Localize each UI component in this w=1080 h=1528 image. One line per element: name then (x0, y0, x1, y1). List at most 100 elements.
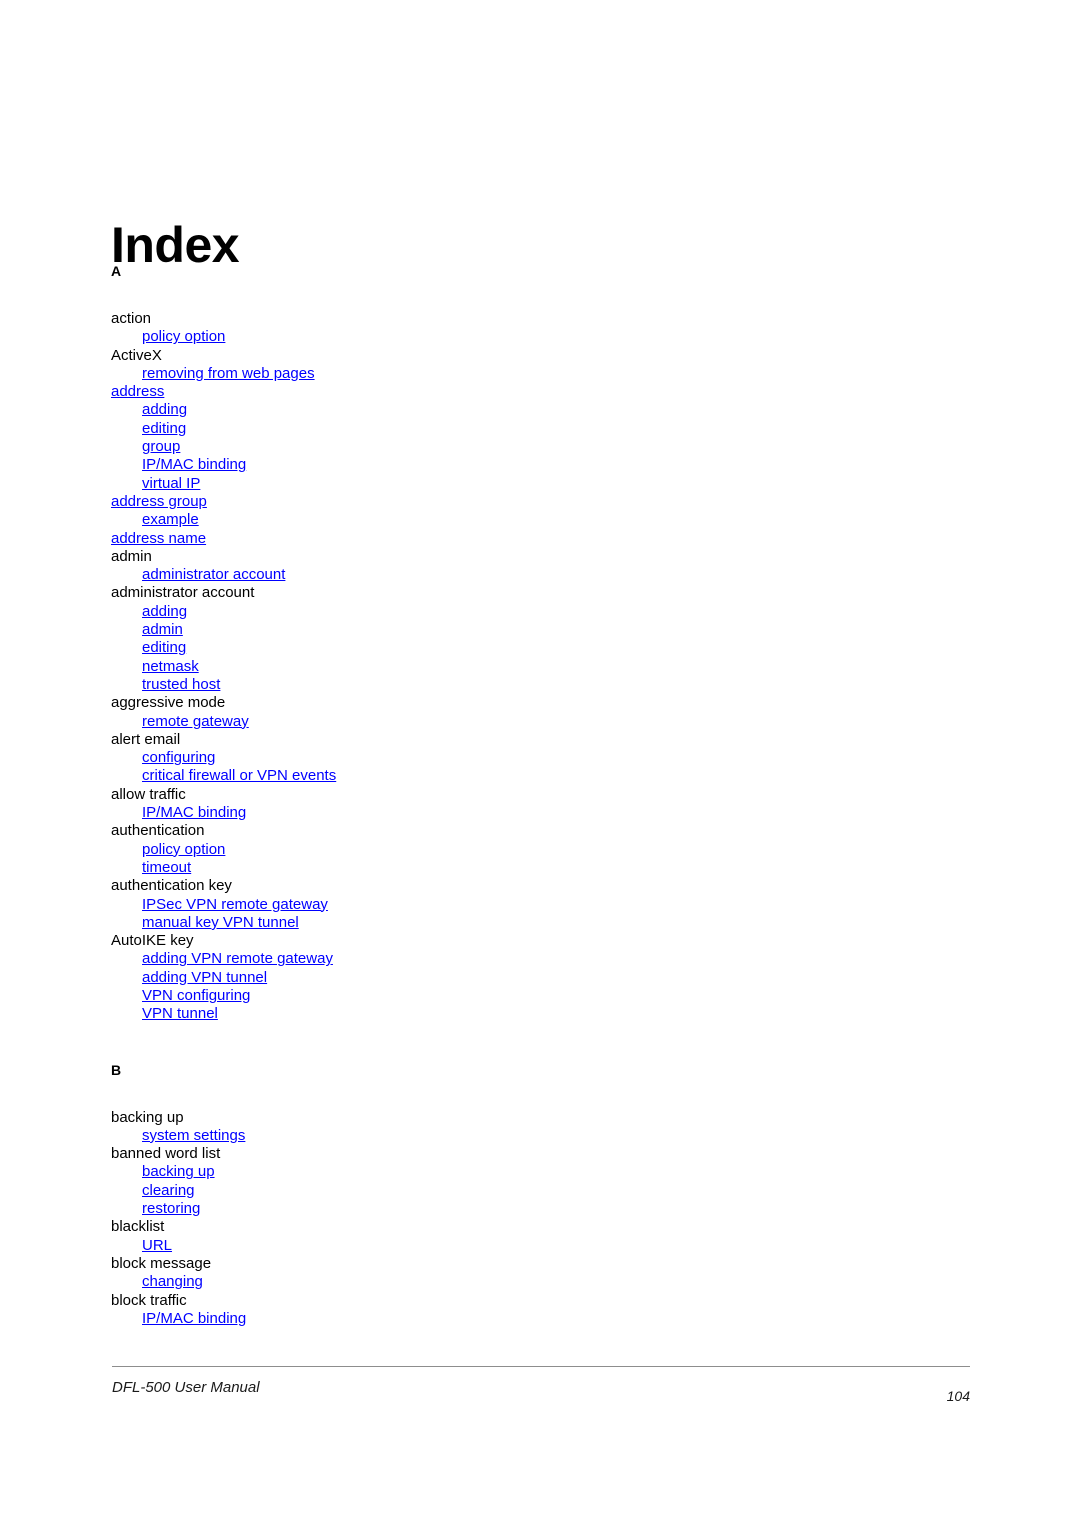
index-entry-link[interactable]: VPN tunnel (111, 1005, 971, 1023)
index-entry-link[interactable]: VPN configuring (111, 987, 971, 1005)
footer-divider (112, 1366, 970, 1367)
index-entry-label: adding VPN remote gateway (142, 950, 333, 968)
section-letter-heading: B (111, 1061, 122, 1078)
index-entry-link[interactable]: removing from web pages (111, 365, 971, 383)
index-entry-label: removing from web pages (142, 364, 315, 382)
index-entry-link[interactable]: URL (111, 1237, 971, 1255)
index-entry-link[interactable]: remote gateway (111, 713, 971, 731)
index-entry-link[interactable]: editing (111, 420, 971, 438)
index-entry-label: ActiveX (111, 346, 162, 364)
index-entry-label: backing up (142, 1163, 215, 1181)
index-entry-link[interactable]: adding VPN tunnel (111, 969, 971, 987)
index-entry-label: group (142, 438, 181, 456)
index-entry-label: action (111, 310, 152, 327)
index-entry: authentication key (111, 877, 971, 895)
index-entry-label: banned word list (111, 1145, 221, 1163)
index-entry-link[interactable]: adding (111, 401, 971, 419)
index-entry-link[interactable]: system settings (111, 1127, 971, 1145)
index-entry: aggressive mode (111, 694, 971, 712)
index-entry-label: AutoIKE key (111, 932, 194, 950)
index-entry-label: editing (142, 419, 187, 437)
index-entry-label: IP/MAC binding (142, 456, 247, 474)
index-entry-label: adding VPN tunnel (142, 968, 268, 986)
footer-page-number: 104 (946, 1388, 970, 1404)
index-entry: ActiveX (111, 347, 971, 365)
index-entry-label: system settings (142, 1126, 246, 1144)
index-entry-label: netmask (142, 657, 199, 675)
index-entry-link[interactable]: IP/MAC binding (111, 1310, 971, 1328)
index-entry-label: allow traffic (111, 785, 186, 803)
index-entry-label: authentication (111, 822, 205, 840)
index-entry-link[interactable]: address (111, 383, 971, 401)
index-entry-label: IP/MAC binding (142, 1309, 247, 1327)
index-entry: alert email (111, 731, 971, 749)
index-entry-label: virtual IP (142, 474, 201, 492)
index-entry-link[interactable]: trusted host (111, 676, 971, 694)
index-entry-link[interactable]: example (111, 511, 971, 529)
index-section: Aaction policy option ActiveX removing from… (111, 262, 971, 1024)
index-entry: action (111, 310, 971, 328)
index-entry-label: IP/MAC binding (142, 804, 247, 822)
index-entry-label: configuring (142, 749, 216, 767)
index-entry-link[interactable]: restoring (111, 1200, 971, 1218)
index-entry-link[interactable]: policy option (111, 328, 971, 346)
index-entry-link[interactable]: adding VPN remote gateway (111, 950, 971, 968)
index-entry-link[interactable]: virtual IP (111, 475, 971, 493)
index-entry-label: IPSec VPN remote gateway (142, 895, 328, 913)
index-entry-label: adding (142, 602, 188, 620)
index-entry-label: restoring (142, 1200, 201, 1218)
index-entry-link[interactable]: backing up (111, 1163, 971, 1181)
index-entry-label: block traffic (111, 1291, 187, 1309)
index-page: Index Aaction policy option ActiveX removin… (0, 0, 1080, 1528)
index-entry-link[interactable]: IP/MAC binding (111, 456, 971, 474)
index-entry-link[interactable]: IP/MAC binding (111, 804, 971, 822)
index-entry-link[interactable]: critical firewall or VPN events (111, 767, 971, 785)
index-entry-label: authentication key (111, 877, 232, 895)
index-entry-link[interactable]: editing (111, 639, 971, 657)
index-entry-label: block message (111, 1254, 212, 1272)
index-entry-label: VPN configuring (142, 986, 251, 1004)
index-entry-label: blacklist (111, 1218, 165, 1236)
index-entry-label: remote gateway (142, 712, 249, 730)
index-entry-link[interactable]: timeout (111, 859, 971, 877)
index-entry-label: backing up (111, 1108, 184, 1126)
index-entry-list: backing up system settings banned word lis… (111, 1109, 971, 1329)
index-entry: administrator account (111, 584, 971, 602)
index-entry-label: administrator account (142, 566, 286, 584)
index-entry-label: address group (111, 492, 207, 510)
index-entry-label: timeout (142, 858, 192, 876)
index-entry-link[interactable]: changing (111, 1273, 971, 1291)
index-entry: block message (111, 1255, 971, 1273)
index-entry-label: adding (142, 401, 188, 419)
index-entry-link[interactable]: clearing (111, 1182, 971, 1200)
index-entry-link[interactable]: adding (111, 603, 971, 621)
index-entry-label: trusted host (142, 675, 221, 693)
index-entry-list: action policy option ActiveX removing from … (111, 310, 971, 1024)
index-entry-link[interactable]: address name (111, 530, 971, 548)
index-body: Aaction policy option ActiveX removing from… (111, 262, 971, 1328)
index-entry-label: admin (142, 621, 183, 639)
index-entry-link[interactable]: netmask (111, 658, 971, 676)
index-entry-link[interactable]: IPSec VPN remote gateway (111, 896, 971, 914)
index-entry: blacklist (111, 1218, 971, 1236)
index-entry-label: aggressive mode (111, 694, 226, 712)
index-entry-link[interactable]: address group (111, 493, 971, 511)
index-entry-label: address name (111, 529, 207, 547)
index-entry-link[interactable]: configuring (111, 749, 971, 767)
index-entry-link[interactable]: policy option (111, 841, 971, 859)
index-entry: backing up (111, 1109, 971, 1127)
index-entry-label: critical firewall or VPN events (142, 767, 337, 785)
index-entry-label: editing (142, 639, 187, 657)
index-entry-label: manual key VPN tunnel (142, 913, 299, 931)
index-entry: AutoIKE key (111, 932, 971, 950)
index-entry-link[interactable]: group (111, 438, 971, 456)
index-entry: admin (111, 548, 971, 566)
index-section: Bbacking up system settings banned word li… (111, 1061, 971, 1329)
section-letter-heading: A (111, 263, 122, 279)
index-entry-link[interactable]: administrator account (111, 566, 971, 584)
index-entry-link[interactable]: manual key VPN tunnel (111, 914, 971, 932)
index-entry-label: VPN tunnel (142, 1005, 218, 1023)
index-entry-label: alert email (111, 730, 181, 748)
index-entry-link[interactable]: admin (111, 621, 971, 639)
